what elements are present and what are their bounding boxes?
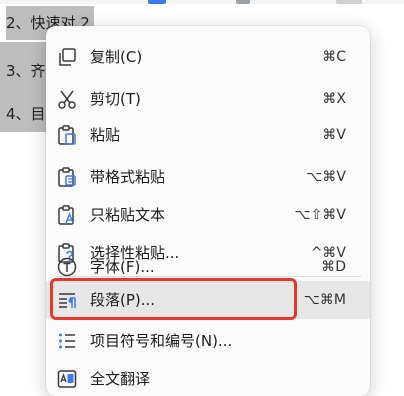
paste-text-icon: [56, 204, 78, 226]
menu-item-label: 段落(P)...: [90, 291, 156, 309]
menu-item-cut[interactable]: 剪切(T) ⌘X: [46, 80, 370, 118]
toolbar-mark: [336, 0, 362, 4]
translate-icon: [56, 368, 78, 390]
document-line[interactable]: 3、齐: [6, 54, 46, 88]
menu-item-label: 粘贴: [90, 126, 121, 144]
context-menu: 复制(C) ⌘C 剪切(T) ⌘X 粘贴 ⌘V 带格式粘贴 ⌥⌘V 只粘贴文本 …: [46, 26, 370, 396]
menu-item-shortcut: ⌘C: [322, 49, 346, 65]
paste-icon: [56, 124, 78, 146]
paragraph-icon: [56, 289, 78, 311]
toolbar-mark: [148, 0, 166, 4]
menu-item-label: 剪切(T): [90, 90, 141, 108]
menu-item-shortcut: ⌥⇧⌘V: [294, 207, 346, 223]
paste-format-icon: [56, 166, 78, 188]
menu-item-bullets-numbering[interactable]: 项目符号和编号(N)...: [46, 322, 370, 360]
list-icon: [56, 330, 78, 352]
menu-item-label: 复制(C): [90, 48, 143, 66]
menu-item-paste[interactable]: 粘贴 ⌘V: [46, 116, 370, 154]
menu-item-paste-text-only[interactable]: 只粘贴文本 ⌥⇧⌘V: [46, 196, 370, 234]
menu-item-shortcut: ⌥⌘V: [306, 169, 346, 185]
menu-item-translate[interactable]: 全文翻译: [46, 360, 370, 396]
menu-item-paragraph[interactable]: 段落(P)... ⌥⌘M: [46, 281, 370, 319]
menu-item-label: 全文翻译: [90, 370, 151, 388]
menu-item-paste-with-format[interactable]: 带格式粘贴 ⌥⌘V: [46, 158, 370, 196]
menu-item-label: 项目符号和编号(N)...: [90, 332, 233, 350]
scissors-icon: [56, 88, 78, 110]
copy-icon: [56, 46, 78, 68]
toolbar-mark: [236, 0, 250, 4]
document-line[interactable]: 4、目: [6, 97, 46, 131]
menu-item-label: 只粘贴文本: [90, 206, 166, 224]
font-icon: [56, 256, 78, 278]
toolbar-strip: [0, 0, 404, 4]
menu-item-label: 带格式粘贴: [90, 168, 166, 186]
menu-item-shortcut: ⌘X: [322, 91, 346, 107]
menu-item-shortcut: ⌥⌘M: [303, 292, 346, 308]
menu-item-copy[interactable]: 复制(C) ⌘C: [46, 38, 370, 76]
menu-item-shortcut: ⌘V: [322, 127, 346, 143]
